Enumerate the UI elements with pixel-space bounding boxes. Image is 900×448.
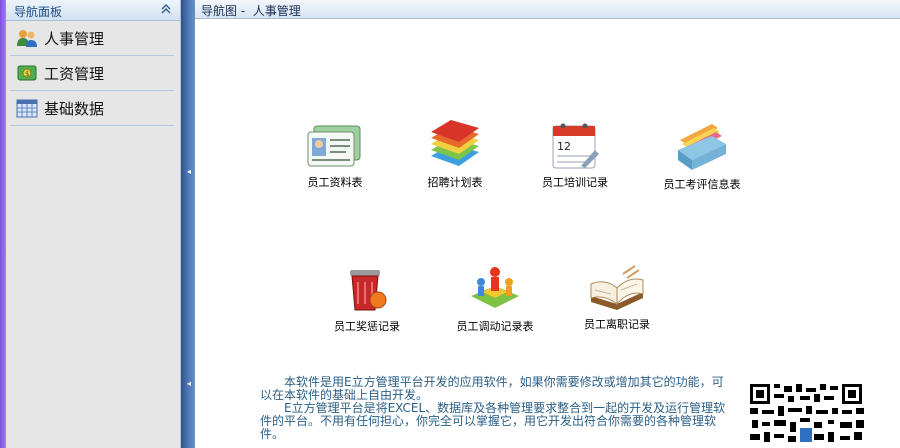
module-evaluation-info[interactable]: 员工考评信息表 (657, 118, 747, 192)
module-label: 员工考评信息表 (663, 178, 741, 191)
module-rewards-penalties[interactable]: 员工奖惩记录 (327, 264, 407, 334)
nav-item-label: 基础数据 (44, 100, 105, 118)
description-paragraph: 本软件是用E立方管理平台开发的应用软件，如果你需要修改或增加其它的功能，可以在本… (260, 375, 724, 402)
books-icon (431, 120, 479, 166)
nav-item-salary[interactable]: $ 工资管理 (10, 56, 174, 91)
nav-item-label: 人事管理 (44, 30, 105, 48)
calendar-grid-icon (16, 98, 38, 118)
breadcrumb-bar: 导航图 - 人事管理 (195, 0, 900, 19)
module-training-records[interactable]: 12 员工培训记录 (535, 120, 615, 190)
module-label: 员工培训记录 (542, 176, 608, 189)
nav-panel-title: 导航面板 (14, 5, 63, 19)
nav-item-label: 工资管理 (44, 65, 105, 83)
qr-code-icon[interactable] (748, 382, 866, 448)
breadcrumb: 导航图 - 人事管理 (201, 4, 301, 18)
people-puzzle-icon (471, 267, 519, 308)
calendar-icon: 12 (552, 123, 599, 169)
svg-text:12: 12 (557, 140, 571, 153)
splitter-arrow-icon[interactable]: ◂ (187, 168, 191, 176)
module-label: 员工调动记录表 (456, 320, 534, 333)
module-transfer-records[interactable]: 员工调动记录表 (450, 264, 540, 334)
trash-bin-icon (350, 270, 387, 311)
module-employee-profile[interactable]: 员工资料表 (295, 122, 375, 190)
module-resignation-records[interactable]: 员工离职记录 (577, 264, 657, 332)
description-paragraph: E立方管理平台是将EXCEL、数据库及各种管理要求整合到一起的开发及运行管理软件… (260, 401, 726, 441)
module-recruitment-plan[interactable]: 招聘计划表 (415, 120, 495, 190)
module-label: 招聘计划表 (427, 176, 483, 189)
money-icon: $ (16, 63, 38, 83)
users-icon (16, 28, 38, 48)
navigation-panel: 导航面板 人事管理 $ 工资管理 基础数据 (6, 0, 181, 448)
nav-item-personnel[interactable]: 人事管理 (10, 21, 174, 56)
svg-text:$: $ (25, 70, 29, 78)
module-label: 员工资料表 (307, 176, 363, 189)
nav-item-basic-data[interactable]: 基础数据 (10, 91, 174, 126)
module-label: 员工离职记录 (584, 318, 650, 331)
splitter-arrow-icon[interactable]: ◂ (187, 380, 191, 388)
software-description: 本软件是用E立方管理平台开发的应用软件，如果你需要修改或增加其它的功能，可以在本… (260, 376, 730, 441)
employee-card-icon (307, 125, 361, 167)
nav-panel-header: 导航面板 (6, 0, 180, 21)
open-book-icon (590, 265, 644, 310)
file-box-icon (678, 124, 726, 170)
module-label: 员工奖惩记录 (334, 320, 400, 333)
collapse-icon[interactable] (160, 2, 172, 16)
